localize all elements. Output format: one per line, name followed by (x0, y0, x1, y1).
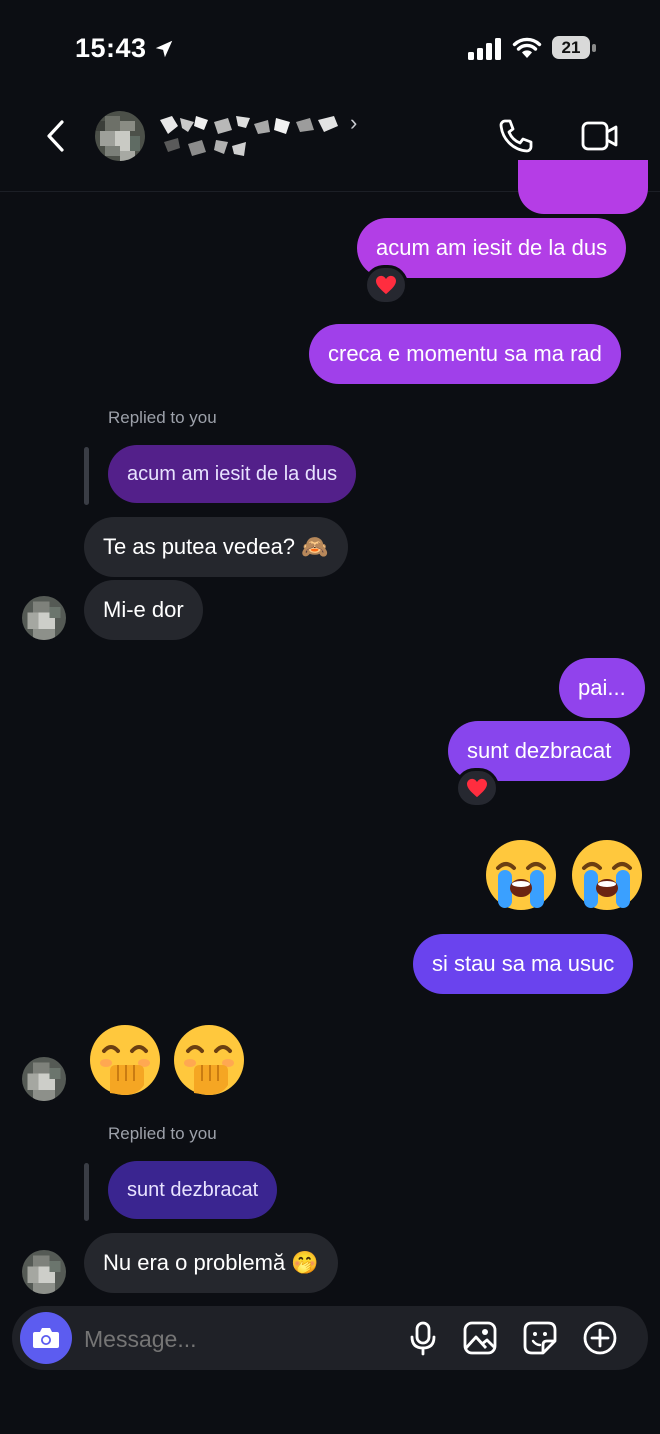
back-icon[interactable] (40, 116, 70, 156)
heart-icon (467, 778, 487, 798)
message-text: pai... (578, 675, 626, 700)
plus-icon[interactable] (582, 1320, 618, 1356)
message-incoming-emoji[interactable] (88, 1023, 248, 1099)
sticker-icon[interactable] (522, 1320, 558, 1356)
sender-avatar[interactable] (22, 596, 66, 640)
message-incoming[interactable]: Te as putea vedea? 🙈 (84, 517, 348, 577)
wifi-icon (512, 37, 542, 58)
message-text: Te as putea vedea? 🙈 (103, 534, 329, 559)
sender-avatar[interactable] (22, 1250, 66, 1294)
message-text: sunt dezbracat (467, 738, 612, 763)
microphone-icon[interactable] (405, 1320, 441, 1356)
phone-icon[interactable] (496, 116, 536, 156)
replied-label: Replied to you (108, 408, 217, 427)
sender-avatar[interactable] (22, 1057, 66, 1101)
gallery-icon[interactable] (462, 1320, 498, 1356)
camera-button[interactable] (20, 1312, 72, 1364)
profile-chevron-icon[interactable]: › (350, 112, 364, 134)
face-with-hand-over-mouth-icon (174, 1025, 244, 1095)
contact-avatar[interactable] (95, 111, 145, 161)
message-text: creca e momentu sa ma rad (328, 341, 602, 366)
status-time: 15:43 (75, 33, 147, 63)
message-outgoing[interactable]: creca e momentu sa ma rad (309, 324, 621, 384)
message-text: Mi-e dor (103, 597, 184, 622)
loudly-crying-face-icon (572, 840, 642, 910)
reply-bar (84, 1163, 89, 1221)
heart-icon (376, 275, 396, 295)
reply-quote[interactable]: acum am iesit de la dus (108, 445, 357, 503)
reply-bar (84, 447, 89, 505)
battery-level: 21 (552, 36, 590, 59)
reaction-heart[interactable] (364, 265, 408, 305)
message-incoming[interactable]: Nu era o problemă 🤭 (84, 1233, 338, 1293)
message-outgoing-emoji[interactable] (484, 838, 646, 912)
loudly-crying-face-icon (486, 840, 556, 910)
message-incoming[interactable]: Mi-e dor (84, 580, 203, 640)
video-icon[interactable] (580, 118, 620, 154)
signal-icon (468, 38, 501, 60)
location-arrow-icon (155, 40, 173, 58)
battery-icon: 21 (552, 36, 598, 61)
message-input[interactable] (84, 1323, 384, 1355)
message-outgoing-clipped[interactable] (518, 160, 648, 214)
message-outgoing[interactable]: pai... (559, 658, 645, 718)
message-text: Nu era o problemă 🤭 (103, 1250, 319, 1275)
message-outgoing[interactable]: si stau sa ma usuc (413, 934, 634, 994)
message-text: acum am iesit de la dus (376, 235, 608, 260)
reaction-heart[interactable] (455, 768, 499, 808)
replied-label: Replied to you (108, 1124, 217, 1143)
reply-quote[interactable]: sunt dezbracat (108, 1161, 278, 1219)
message-text: si stau sa ma usuc (432, 951, 615, 976)
contact-name-redacted[interactable] (158, 112, 344, 162)
camera-icon (33, 1328, 59, 1348)
face-with-hand-over-mouth-icon (90, 1025, 160, 1095)
